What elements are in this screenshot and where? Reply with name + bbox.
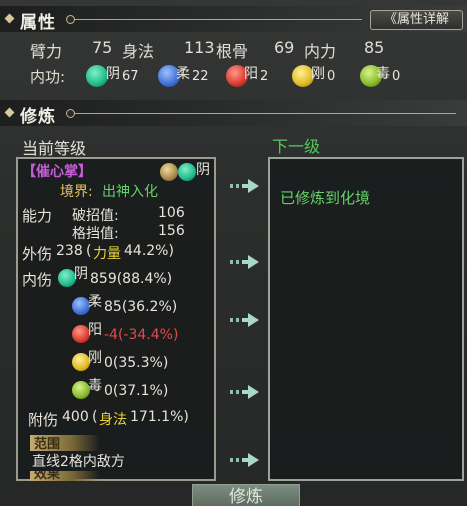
- neigong-yang-name: 阳: [244, 66, 258, 82]
- block-value: 156: [158, 223, 185, 239]
- transition-arrow-icon: [230, 255, 259, 269]
- transition-arrow-icon: [230, 453, 259, 467]
- shenfa-value: 113: [184, 38, 215, 57]
- skill-name: 【催心掌】: [22, 164, 92, 180]
- skill-yin-icon: [178, 163, 196, 181]
- current-level-title: 当前等级: [22, 139, 87, 158]
- bili-label: 臂力: [30, 42, 63, 61]
- header-divider: [72, 19, 362, 20]
- internal-gang-name: 刚: [88, 350, 102, 366]
- range-tag: 范围: [30, 435, 100, 452]
- neigong-gang-value: 0: [327, 69, 336, 84]
- neigong-yang-value: 2: [260, 69, 269, 84]
- yin-orb-icon: [86, 65, 108, 87]
- external-bonus-open: (: [86, 243, 92, 259]
- range-value: 直线2格内敌方: [32, 454, 125, 470]
- external-value: 238: [56, 243, 83, 259]
- neigong-gang-name: 刚: [311, 66, 325, 82]
- internal-yang-value: -4(-34.4%): [104, 327, 179, 343]
- next-level-panel: 已修炼到化境: [268, 157, 464, 481]
- next-level-title: 下一级: [272, 137, 321, 156]
- realm-value: 出神入化: [102, 184, 158, 200]
- neigong-du-value: 0: [392, 69, 401, 84]
- break-value: 106: [158, 205, 185, 221]
- shenfa-label: 身法: [122, 42, 155, 61]
- attached-bonus-open: (: [92, 409, 98, 425]
- bili-value: 75: [92, 38, 113, 57]
- effect-tag: 效果: [30, 471, 100, 481]
- skill-type: 阴: [196, 162, 210, 178]
- neigong-label: 内功:: [30, 68, 66, 86]
- internal-yang-name: 阳: [88, 322, 102, 338]
- external-bonus-value: 44.2%): [124, 243, 174, 259]
- range-label: 范围: [34, 437, 61, 452]
- cultivation-title: 修炼: [20, 107, 56, 127]
- neigong-yin-name: 阴: [106, 66, 120, 82]
- block-label: 格挡值:: [72, 226, 119, 242]
- cultivation-header: 修炼: [0, 100, 467, 127]
- attributes-header: 属性 《属性详解: [0, 6, 467, 33]
- internal-yin-value: 859(88.4%): [90, 271, 173, 287]
- header-diamond-icon: [4, 107, 15, 118]
- internal-yin-name: 阴: [74, 266, 88, 282]
- next-level-text: 已修炼到化境: [280, 189, 371, 207]
- break-label: 破招值:: [72, 208, 119, 224]
- attached-bonus-value: 171.1%): [130, 409, 189, 425]
- neigong-row: 内功: 阴 67 柔 22 阳 2 刚 0 毒 0: [30, 63, 460, 91]
- neigong-rou-value: 22: [192, 69, 209, 84]
- attached-value: 400: [62, 409, 89, 425]
- transition-arrow-icon: [230, 385, 259, 399]
- gengu-value: 69: [274, 38, 295, 57]
- internal-du-value: 0(37.1%): [104, 383, 169, 399]
- header-dot-icon: [66, 15, 75, 24]
- neili-label: 内力: [304, 42, 337, 61]
- internal-gang-value: 0(35.3%): [104, 355, 169, 371]
- skill-type-icon: [160, 163, 178, 181]
- ability-label: 能力: [22, 207, 53, 225]
- internal-label: 内伤: [22, 271, 53, 289]
- skill-window: 属性 《属性详解 臂力 75 身法 113 根骨 69 内力 85 内功: 阴 …: [0, 0, 467, 506]
- effect-label: 效果: [34, 471, 61, 481]
- cultivate-button[interactable]: 修炼: [192, 484, 300, 506]
- attribute-detail-button[interactable]: 《属性详解: [370, 10, 463, 30]
- internal-rou-value: 85(36.2%): [104, 299, 178, 315]
- neigong-rou-name: 柔: [176, 66, 190, 82]
- current-level-panel: 【催心掌】 阴 境界: 出神入化 能力 破招值: 106 格挡值: 156 外伤…: [16, 157, 216, 481]
- header-diamond-icon: [4, 13, 15, 24]
- internal-rou-name: 柔: [88, 294, 102, 310]
- header-divider: [72, 113, 456, 114]
- transition-arrow-icon: [230, 313, 259, 327]
- attached-label: 附伤: [28, 411, 59, 429]
- internal-du-name: 毒: [88, 378, 102, 394]
- external-label: 外伤: [22, 245, 53, 263]
- neigong-du-name: 毒: [376, 66, 390, 82]
- external-bonus-attr: 力量: [93, 246, 121, 262]
- realm-label: 境界:: [60, 184, 93, 200]
- neigong-yin-value: 67: [122, 69, 139, 84]
- header-dot-icon: [66, 109, 75, 118]
- transition-arrow-icon: [230, 179, 259, 193]
- attached-bonus-attr: 身法: [99, 412, 127, 428]
- attributes-title: 属性: [20, 13, 56, 33]
- gengu-label: 根骨: [216, 42, 249, 61]
- neili-value: 85: [364, 38, 385, 57]
